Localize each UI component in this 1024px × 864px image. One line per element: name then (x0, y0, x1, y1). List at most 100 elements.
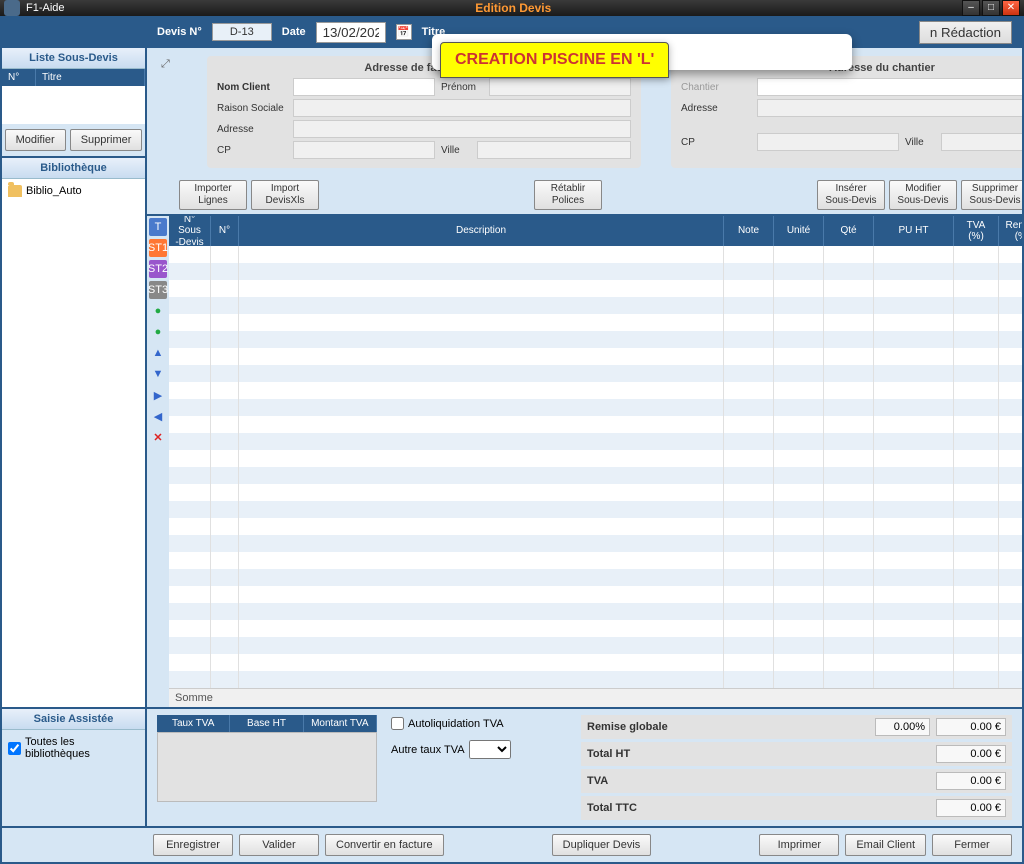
site-adresse-label: Adresse (681, 103, 751, 114)
total-ttc-value: 0.00 € (936, 799, 1006, 817)
site-ville-input[interactable] (941, 133, 1022, 151)
total-ttc-label: Total TTC (587, 802, 936, 814)
chantier-select[interactable] (757, 78, 1022, 96)
devis-no-field[interactable]: D-13 (212, 23, 272, 41)
col-n: N° (211, 216, 239, 246)
site-cp-label: CP (681, 137, 751, 148)
toutes-biblio-input[interactable] (8, 742, 21, 755)
tool-right-icon[interactable]: ▶ (149, 386, 167, 404)
tva-summary-table: Taux TVA Base HT Montant TVA (157, 715, 377, 820)
tool-up-icon[interactable]: ▲ (149, 344, 167, 362)
retablir-polices-button[interactable]: RétablirPolices (534, 180, 602, 210)
chantier-label: Chantier (681, 82, 751, 93)
date-label: Date (282, 26, 306, 38)
autoliquidation-input[interactable] (391, 717, 404, 730)
autre-tva-select[interactable] (469, 740, 511, 759)
autoliquidation-checkbox[interactable]: Autoliquidation TVA (391, 717, 567, 730)
minimize-button[interactable]: – (962, 0, 980, 16)
col-qte: Qté (824, 216, 874, 246)
maximize-button[interactable]: □ (982, 0, 1000, 16)
convertir-button[interactable]: Convertir en facture (325, 834, 444, 856)
dupliquer-button[interactable]: Dupliquer Devis (552, 834, 652, 856)
footer-buttons: Enregistrer Valider Convertir en facture… (2, 826, 1022, 862)
ville-input[interactable] (477, 141, 631, 159)
col-note: Note (724, 216, 774, 246)
tva-value: 0.00 € (936, 772, 1006, 790)
col-nsd: N° Sous-Devis (169, 216, 211, 246)
biblio-title: Bibliothèque (2, 158, 145, 179)
adresse-label: Adresse (217, 124, 287, 135)
close-button[interactable]: ✕ (1002, 0, 1020, 16)
enregistrer-button[interactable]: Enregistrer (153, 834, 233, 856)
total-ht-label: Total HT (587, 748, 936, 760)
toutes-biblio-checkbox[interactable]: Toutes les bibliothèques (8, 736, 139, 760)
folder-icon (8, 185, 22, 197)
tool-t-icon[interactable]: T (149, 218, 167, 236)
app-icon (4, 0, 20, 16)
valider-button[interactable]: Valider (239, 834, 319, 856)
ville-label: Ville (441, 145, 471, 156)
modifier-sd-button[interactable]: ModifierSous-Devis (889, 180, 957, 210)
cp-label: CP (217, 145, 287, 156)
lines-table[interactable]: N° Sous-Devis N° Description Note Unité … (169, 216, 1022, 707)
date-input[interactable] (316, 22, 386, 43)
raison-input[interactable] (293, 99, 631, 117)
col-tva: TVA(%) (954, 216, 999, 246)
devis-no-label: Devis N° (157, 26, 202, 38)
col-desc: Description (239, 216, 724, 246)
table-footer: Somme (169, 688, 1022, 707)
col-rem: Remise(%) (999, 216, 1022, 246)
site-cp-input[interactable] (757, 133, 899, 151)
window-title: Edition Devis (65, 1, 962, 15)
remise-value: 0.00 € (936, 718, 1006, 736)
import-xls-button[interactable]: ImportDevisXls (251, 180, 319, 210)
prenom-input[interactable] (489, 78, 631, 96)
site-adresse-input[interactable] (757, 99, 1022, 117)
tool-st1-icon[interactable]: ST1 (149, 239, 167, 257)
tva-col-base: Base HT (230, 715, 303, 732)
redaction-button[interactable]: n Rédaction (919, 21, 1012, 44)
expand-icon[interactable]: ⤢ (161, 56, 177, 168)
tva-col-taux: Taux TVA (157, 715, 230, 732)
col-titre: Titre (36, 69, 145, 86)
tva-label: TVA (587, 775, 936, 787)
inserer-sd-button[interactable]: InsérerSous-Devis (817, 180, 885, 210)
col-no: N° (2, 69, 36, 86)
biblio-item[interactable]: Biblio_Auto (6, 183, 141, 199)
import-lignes-button[interactable]: ImporterLignes (179, 180, 247, 210)
highlight-text: CREATION PISCINE EN 'L' (440, 42, 669, 78)
nom-label: Nom Client (217, 82, 287, 93)
remise-pct[interactable]: 0.00% (875, 718, 930, 736)
adresse-input[interactable] (293, 120, 631, 138)
liste-sous-devis-title: Liste Sous-Devis (2, 48, 145, 69)
tool-st3-icon[interactable]: ST3 (149, 281, 167, 299)
modifier-button[interactable]: Modifier (5, 129, 66, 151)
sous-devis-toolbar: ImporterLignes ImportDevisXls RétablirPo… (147, 176, 1022, 214)
header-bar: Devis N° D-13 Date 📅 Titre n Rédaction C… (2, 16, 1022, 48)
app-name: F1-Aide (26, 2, 65, 14)
supprimer-sd-button[interactable]: SupprimerSous-Devis (961, 180, 1022, 210)
site-address-card: Adresse du chantier Chantier Adresse CP … (671, 56, 1022, 168)
prenom-label: Prénom (441, 82, 483, 93)
tool-left-icon[interactable]: ◀ (149, 407, 167, 425)
row-tools-strip: T ST1 ST2 ST3 ● ● ▲ ▼ ▶ ◀ ✕ (147, 216, 169, 707)
saisie-title: Saisie Assistée (2, 709, 145, 730)
liste-body[interactable] (2, 86, 145, 124)
biblio-item-label: Biblio_Auto (26, 185, 82, 197)
imprimer-button[interactable]: Imprimer (759, 834, 839, 856)
tool-delete-icon[interactable]: ✕ (149, 428, 167, 446)
calendar-icon[interactable]: 📅 (396, 24, 412, 40)
col-pu: PU HT (874, 216, 954, 246)
tool-dot2-icon[interactable]: ● (149, 323, 167, 341)
tool-dot1-icon[interactable]: ● (149, 302, 167, 320)
nom-input[interactable] (293, 78, 435, 96)
remise-label: Remise globale (587, 721, 875, 733)
autre-tva-label: Autre taux TVA (391, 744, 465, 756)
supprimer-button[interactable]: Supprimer (70, 129, 143, 151)
cp-input[interactable] (293, 141, 435, 159)
email-client-button[interactable]: Email Client (845, 834, 926, 856)
fermer-button[interactable]: Fermer (932, 834, 1012, 856)
tool-st2-icon[interactable]: ST2 (149, 260, 167, 278)
site-ville-label: Ville (905, 137, 935, 148)
tool-down-icon[interactable]: ▼ (149, 365, 167, 383)
